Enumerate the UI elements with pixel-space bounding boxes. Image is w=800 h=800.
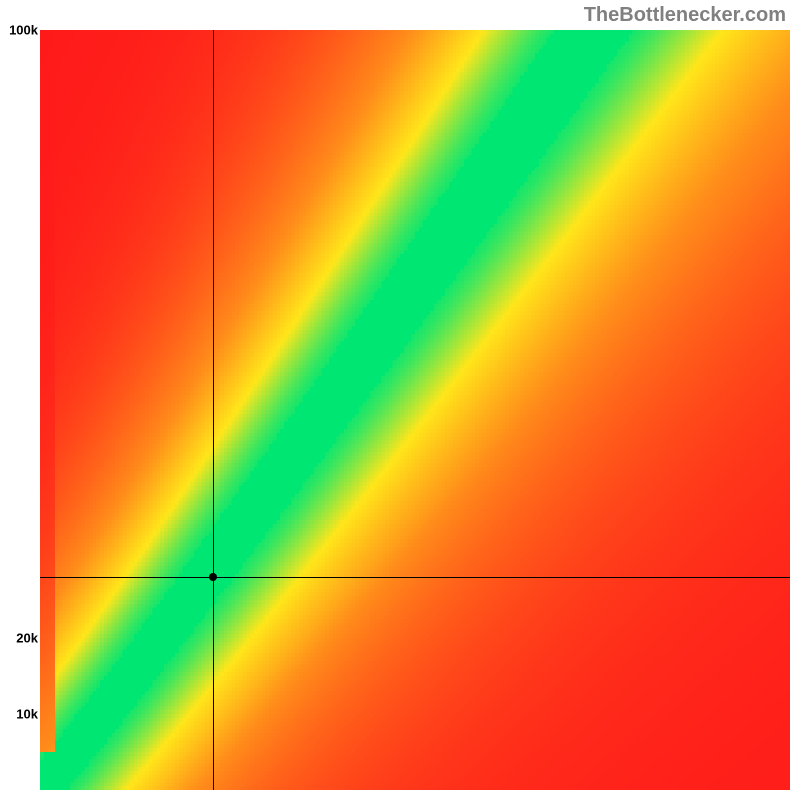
crosshair-horizontal	[40, 577, 790, 578]
watermark-text: TheBottleneсker.com	[584, 4, 786, 27]
crosshair-vertical	[213, 30, 214, 790]
y-tick-label: 100k	[9, 23, 38, 38]
heatmap-canvas	[40, 30, 790, 790]
marker-dot	[209, 573, 217, 581]
y-tick-label: 20k	[16, 631, 38, 646]
y-tick-label: 10k	[16, 707, 38, 722]
chart-plot-area	[40, 30, 790, 790]
